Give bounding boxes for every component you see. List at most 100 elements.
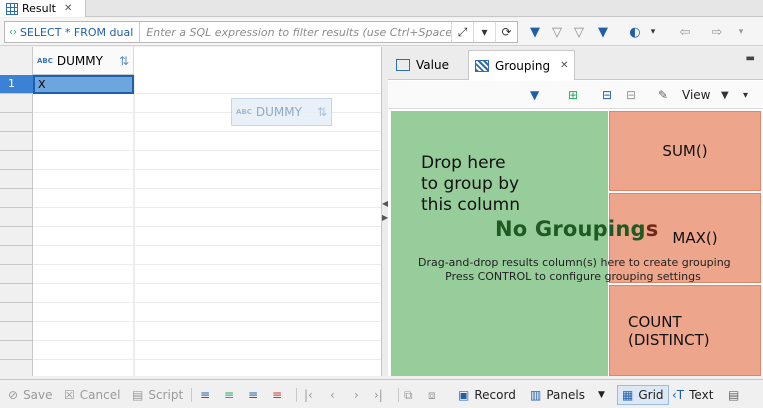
filter-input[interactable] (140, 22, 451, 42)
minimize-icon[interactable]: ▬ (746, 53, 755, 64)
table-cell (33, 341, 134, 360)
first-row-icon[interactable]: |‹ (304, 385, 313, 405)
layout-icon[interactable]: ▤ (728, 385, 739, 405)
tab-grouping-label: Grouping (495, 58, 551, 73)
sum-function-zone[interactable]: SUM() (609, 111, 761, 191)
save-button[interactable]: ⊘ Save (8, 385, 53, 405)
prev-row-icon[interactable]: ‹ (330, 385, 335, 405)
fetch-all-icon[interactable]: ⧈ (428, 385, 436, 405)
sum-label: SUM() (662, 142, 708, 160)
forward-dropdown-icon[interactable]: ▾ (732, 23, 750, 41)
fetch-page-icon[interactable]: ⧉ (404, 385, 413, 405)
expand-icon[interactable]: ⤢ (451, 22, 473, 42)
remove-group-icon[interactable]: ⊟ (626, 86, 636, 104)
add-group-icon[interactable]: ⊟ (602, 86, 612, 104)
row-number (0, 208, 33, 227)
text-type-icon: ABC (37, 56, 53, 65)
no-groupings-head: No Grouping (495, 217, 646, 241)
table-row (0, 322, 381, 341)
panels-dropdown-icon[interactable]: ▼ (598, 390, 605, 400)
drag-ghost-label: DUMMY (255, 105, 302, 119)
count-distinct-function-zone[interactable]: COUNT (DISTINCT) (609, 285, 761, 376)
row-number (0, 132, 33, 151)
column-header-dummy[interactable]: ABC DUMMY ⇅ (33, 47, 134, 75)
row-number (0, 227, 33, 246)
query-text[interactable]: ‹› SELECT * FROM dual (5, 22, 141, 42)
back-icon[interactable]: ⇦ (676, 23, 694, 41)
dropdown-icon[interactable]: ▼ (530, 86, 539, 104)
table-row (0, 341, 381, 360)
panel-tabs: Value Grouping ✕ ▬ (388, 47, 763, 80)
script-button[interactable]: ▤ Script (132, 385, 183, 405)
view-dropdown-icon[interactable]: ▼ (721, 86, 729, 104)
table-row (0, 303, 381, 322)
count-distinct-label: COUNT (DISTINCT) (628, 312, 710, 349)
separator (296, 388, 297, 402)
record-button[interactable]: ▣ Record (458, 385, 516, 405)
row-number (0, 322, 33, 341)
drop-zone-text: Drop here to group by this column (421, 153, 521, 215)
bottom-toolbar: ⊘ Save ☒ Cancel ▤ Script ≡ ≡ ≡ ≡ |‹ ‹ › ›| … (0, 379, 763, 408)
filter-settings-icon[interactable]: ▽ (570, 23, 588, 41)
result-tab[interactable]: Result ✕ (0, 0, 86, 17)
row-number (0, 246, 33, 265)
cancel-icon: ☒ (64, 388, 75, 402)
table-cell (33, 360, 134, 376)
sort-filter-icon[interactable]: ⇅ (119, 54, 129, 68)
panel-menu-icon[interactable]: ▾ (743, 86, 748, 104)
grid-icon (6, 2, 18, 15)
grid-label: Grid (638, 388, 664, 402)
table-row[interactable]: 1 X (0, 75, 381, 94)
group-drop-zone[interactable]: Drop here to group by this column (391, 111, 608, 376)
table-cell[interactable]: X (33, 75, 134, 94)
close-icon[interactable]: ✕ (560, 60, 568, 71)
edit-row-icon[interactable]: ≡ (200, 385, 210, 405)
text-type-icon: ABC (236, 108, 252, 116)
text-view-button[interactable]: ‹T Text (672, 385, 713, 405)
view-label: View (682, 88, 711, 102)
dragged-column-header[interactable]: ABC DUMMY ⇅ (231, 98, 332, 126)
row-number[interactable]: 1 (0, 75, 33, 94)
filter-dropdown-icon[interactable]: ▼ (594, 23, 612, 41)
table-cell (33, 151, 134, 170)
filter-bar: ‹›SELECT * FROM dual ⤢ ▾ ⟳ ▼ ▽ ▽ ▼ ◐ ▾ ⇦… (0, 18, 763, 46)
table-row (0, 189, 381, 208)
table-cell (33, 322, 134, 341)
clear-filter-icon[interactable]: ▽ (548, 23, 566, 41)
group-columns-icon[interactable]: ⊞ (568, 86, 578, 104)
table-cell (33, 227, 134, 246)
hint-line-2: Press CONTROL to configure grouping sett… (445, 270, 701, 283)
forward-icon[interactable]: ⇨ (708, 23, 726, 41)
connection-dropdown-icon[interactable]: ▾ (644, 23, 662, 41)
copy-row-icon[interactable]: ≡ (248, 385, 258, 405)
add-row-icon[interactable]: ≡ (224, 385, 234, 405)
filter-icon[interactable]: ▼ (526, 23, 544, 41)
table-row (0, 284, 381, 303)
next-row-icon[interactable]: › (354, 385, 359, 405)
history-dropdown-icon[interactable]: ▾ (473, 22, 495, 42)
table-cell (33, 170, 134, 189)
query-box: ‹›SELECT * FROM dual ⤢ ▾ ⟳ (4, 21, 518, 43)
script-label: Script (148, 388, 184, 402)
query-label: SELECT * FROM dual (20, 25, 134, 39)
connection-icon[interactable]: ◐ (626, 23, 644, 41)
delete-row-icon[interactable]: ≡ (272, 385, 282, 405)
last-row-icon[interactable]: ›| (374, 385, 383, 405)
refresh-icon[interactable]: ⟳ (495, 22, 517, 42)
panels-button[interactable]: ▥ Panels ▼ (530, 385, 605, 405)
view-menu[interactable]: View (682, 86, 710, 104)
result-tab-label: Result (22, 2, 56, 15)
grid-view-button[interactable]: ▦ Grid (617, 385, 669, 405)
close-icon[interactable]: ✕ (64, 3, 72, 14)
tab-value[interactable]: Value (390, 50, 455, 80)
no-groupings-title: No Groupings (495, 217, 658, 241)
results-grid: ABC DUMMY ⇅ 1 X ABC DUMMY ⇅ (0, 47, 382, 376)
check-icon: ⊘ (8, 388, 19, 402)
panels-label: Panels (546, 388, 585, 402)
edit-icon[interactable]: ✎ (658, 86, 668, 104)
result-tab-bar: Result ✕ (0, 0, 763, 17)
row-number (0, 113, 33, 132)
cancel-button[interactable]: ☒ Cancel (64, 385, 120, 405)
tab-grouping[interactable]: Grouping ✕ (468, 50, 576, 80)
table-row (0, 132, 381, 151)
